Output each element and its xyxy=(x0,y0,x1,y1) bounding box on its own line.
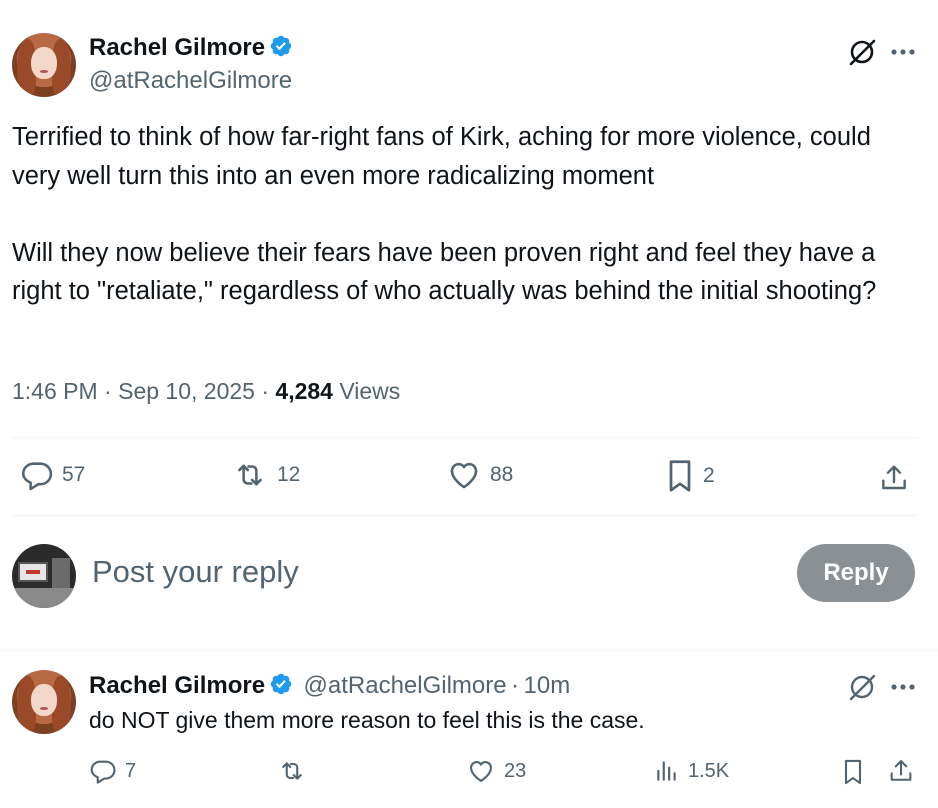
like-count: 88 xyxy=(490,463,514,486)
post-meta: 1:46 PM · Sep 10, 2025 · 4,284 Views xyxy=(12,378,400,405)
reply-age[interactable]: 10m xyxy=(524,672,571,699)
more-icon[interactable] xyxy=(888,40,918,64)
post-date[interactable]: Sep 10, 2025 xyxy=(118,378,255,404)
author-name-row: Rachel Gilmore xyxy=(89,34,293,63)
bookmark-button[interactable]: 2 xyxy=(665,458,715,494)
reply-icon xyxy=(90,760,116,784)
reply-like-button[interactable]: 23 xyxy=(466,757,526,785)
author-handle[interactable]: @atRachelGilmore xyxy=(89,67,292,95)
author-avatar[interactable] xyxy=(12,33,76,97)
analytics-icon xyxy=(657,761,676,781)
reply-header: Rachel Gilmore @atRachelGilmore · 10m xyxy=(89,672,570,701)
divider xyxy=(0,650,938,651)
post-time[interactable]: 1:46 PM xyxy=(12,378,98,404)
verified-badge-icon[interactable] xyxy=(269,34,293,63)
reply-views-button[interactable]: 1.5K xyxy=(654,757,729,785)
author-name[interactable]: Rachel Gilmore xyxy=(89,34,265,61)
reply-input[interactable]: Post your reply xyxy=(92,554,299,590)
post-text: Terrified to think of how far-right fans… xyxy=(12,123,877,305)
grok-icon[interactable] xyxy=(845,670,879,704)
reply-repost-button[interactable] xyxy=(276,757,316,785)
reply-reply-count: 7 xyxy=(125,759,137,782)
reply-author-avatar[interactable] xyxy=(12,670,76,734)
meta-separator: · xyxy=(104,378,112,404)
more-icon[interactable] xyxy=(888,675,918,699)
views-count: 4,284 xyxy=(275,378,333,404)
divider xyxy=(12,437,918,438)
meta-separator: · xyxy=(261,378,270,404)
reply-icon xyxy=(21,462,53,491)
heart-icon xyxy=(450,462,478,489)
reply-author-name[interactable]: Rachel Gilmore xyxy=(89,672,265,699)
meta-separator: · xyxy=(511,672,520,699)
reply-like-count: 23 xyxy=(504,759,527,782)
reply-reply-button[interactable]: 7 xyxy=(89,757,136,785)
reply-author-handle[interactable]: @atRachelGilmore xyxy=(304,672,507,699)
share-icon[interactable] xyxy=(876,460,912,496)
repost-icon xyxy=(238,464,262,486)
reply-count: 57 xyxy=(62,463,86,486)
bookmark-count: 2 xyxy=(703,464,715,487)
like-button[interactable]: 88 xyxy=(446,458,513,492)
bookmark-icon xyxy=(669,460,691,492)
views-label: Views xyxy=(339,378,401,404)
repost-button[interactable]: 12 xyxy=(231,458,300,492)
repost-count: 12 xyxy=(277,463,301,486)
bookmark-icon[interactable] xyxy=(838,757,868,787)
reply-text: do NOT give them more reason to feel thi… xyxy=(89,707,645,733)
reply-button[interactable]: 57 xyxy=(20,458,85,492)
verified-badge-icon[interactable] xyxy=(269,672,293,701)
current-user-avatar[interactable] xyxy=(12,544,76,608)
heart-icon xyxy=(470,760,492,782)
reply-submit-button[interactable]: Reply xyxy=(797,544,915,602)
share-icon[interactable] xyxy=(886,756,916,786)
reply-views-count: 1.5K xyxy=(688,759,730,782)
grok-icon[interactable] xyxy=(845,35,879,69)
divider xyxy=(12,515,918,516)
repost-icon xyxy=(282,762,302,780)
